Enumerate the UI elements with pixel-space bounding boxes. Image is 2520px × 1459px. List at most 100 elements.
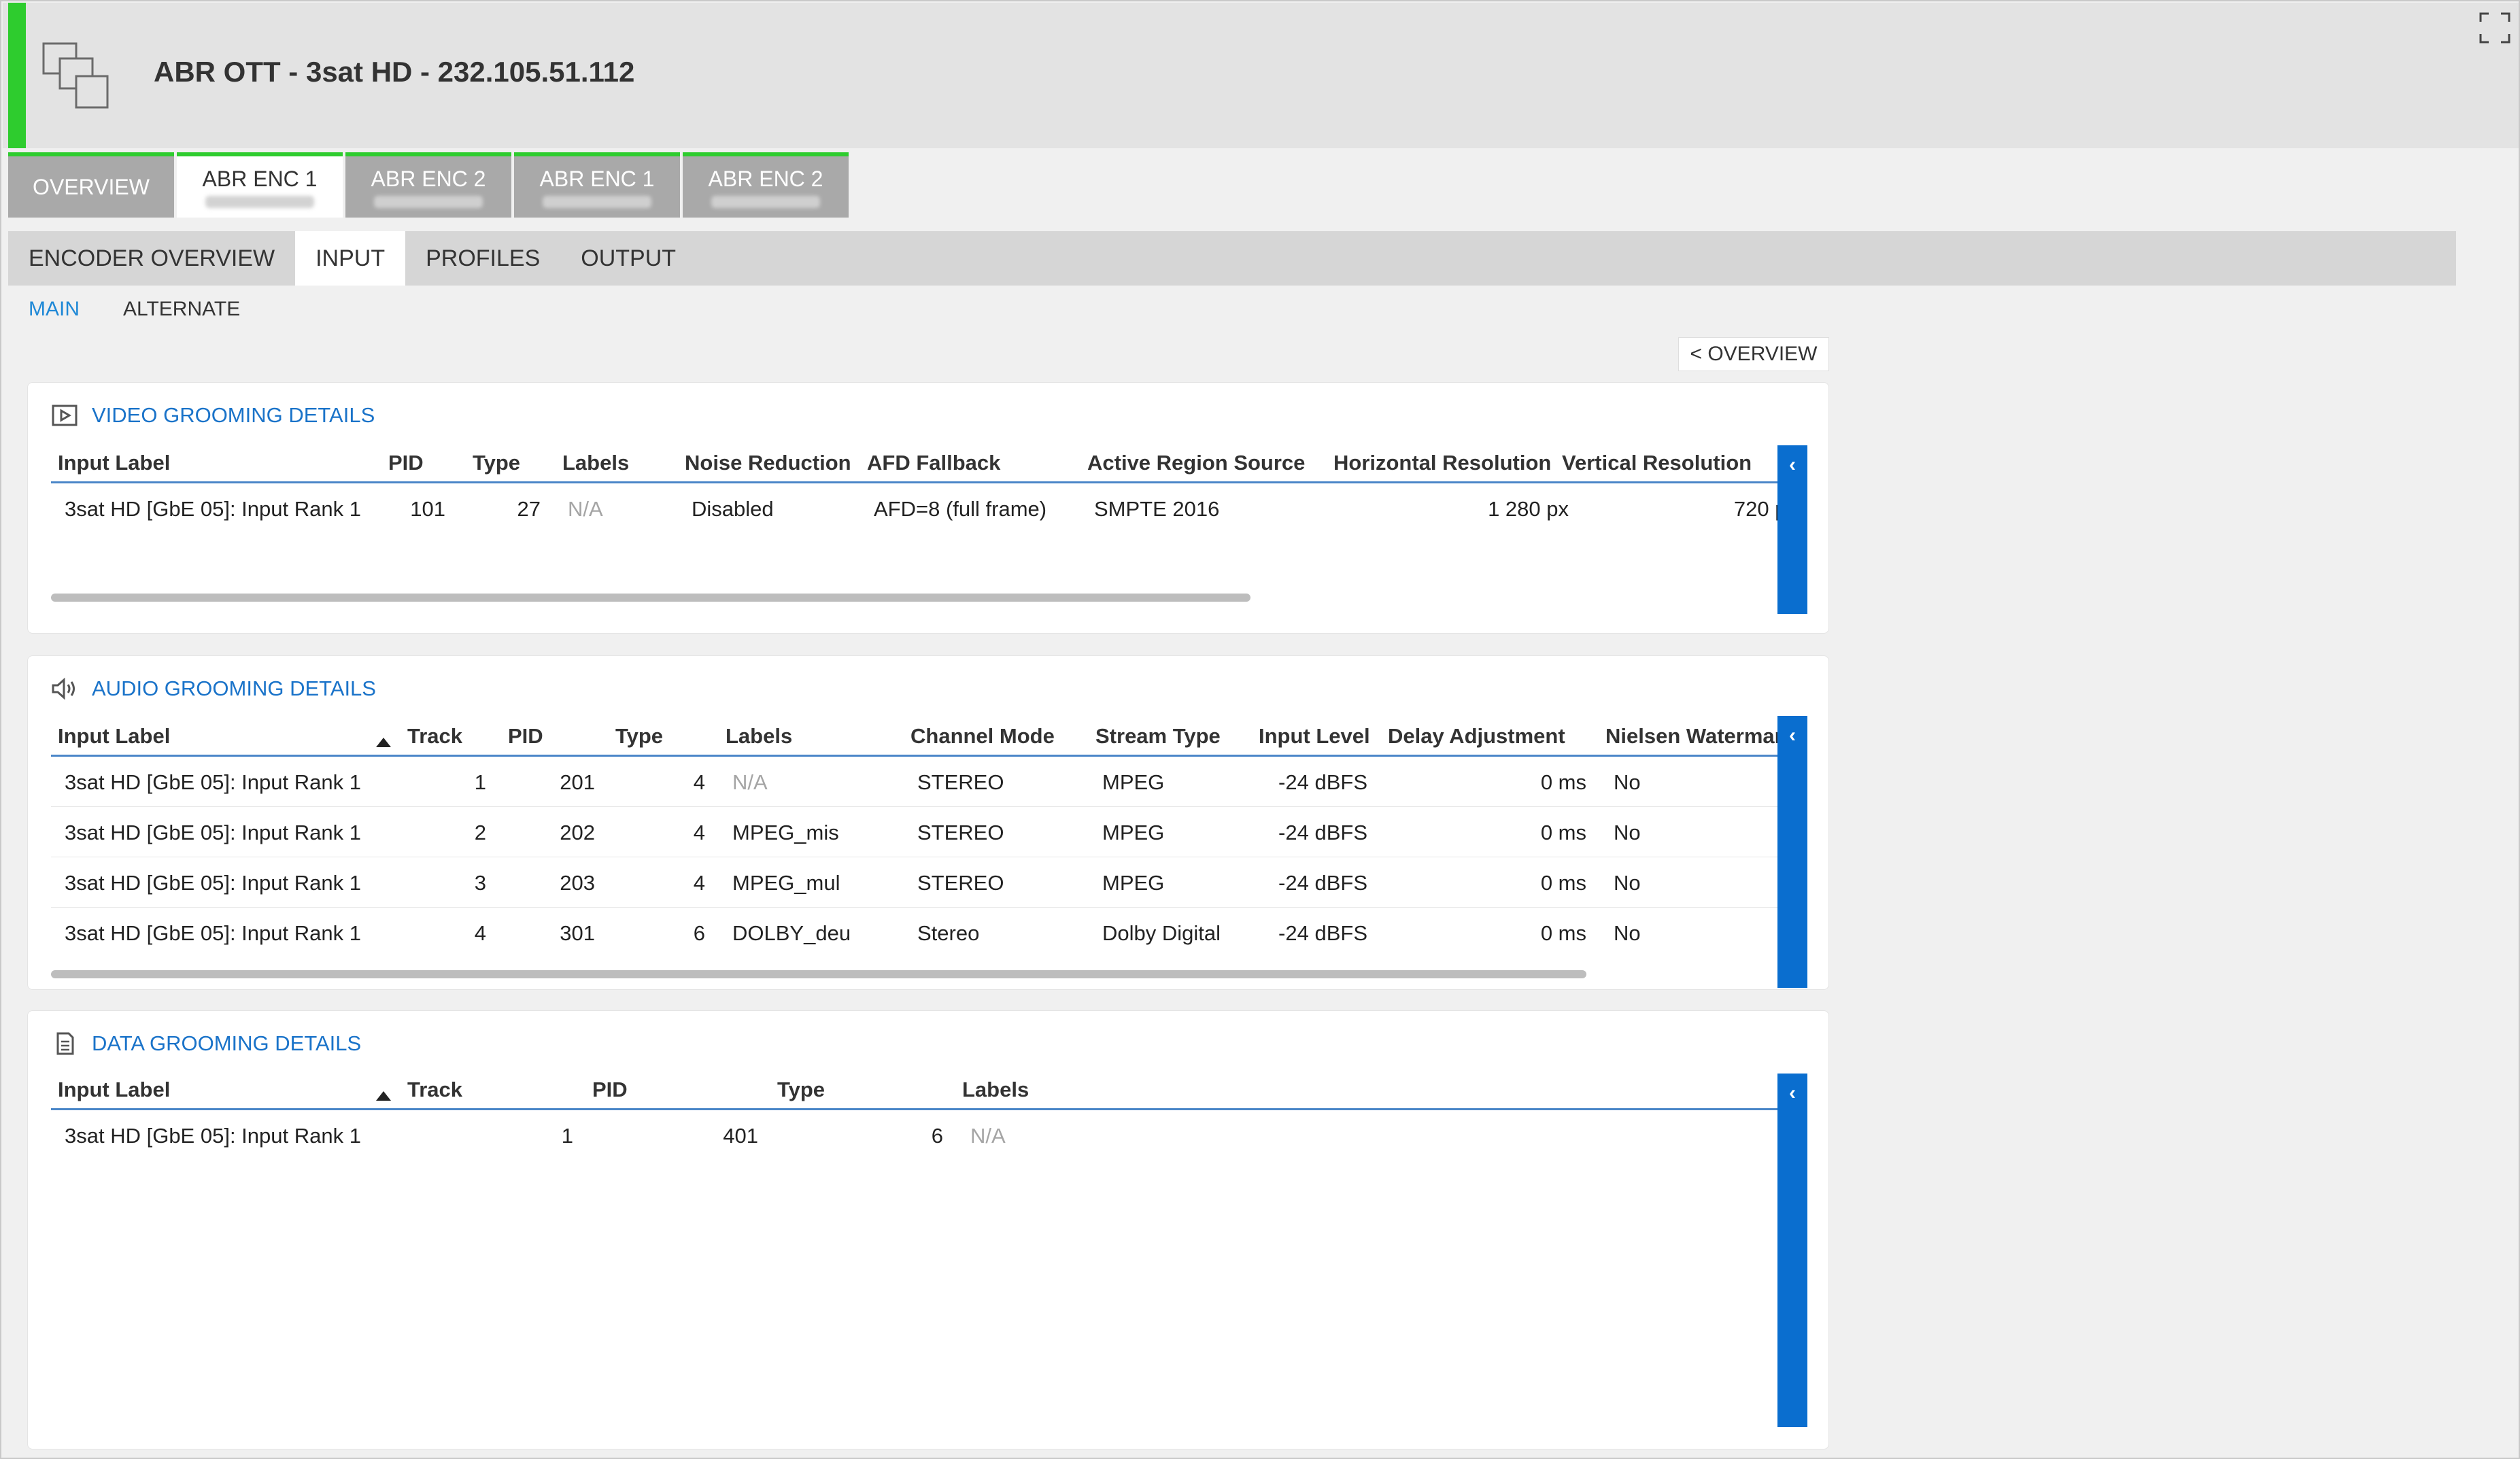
- cell-noise-reduction: Disabled: [692, 497, 774, 521]
- cell-stream-type: Dolby Digital: [1102, 921, 1221, 945]
- collapse-column-bar[interactable]: ‹: [1777, 716, 1807, 988]
- cell-input-level: -24 dBFS: [1278, 871, 1367, 895]
- cell-delay-adjustment: 0 ms: [1540, 871, 1586, 895]
- back-to-overview-button[interactable]: < OVERVIEW: [1678, 337, 1829, 371]
- cell-nielsen-watermark: No: [1614, 921, 1641, 945]
- col-input-label[interactable]: Input Label: [58, 1078, 170, 1102]
- panel-title: VIDEO GROOMING DETAILS: [92, 403, 375, 427]
- sort-ascending-icon[interactable]: [376, 728, 391, 753]
- col-stream-type[interactable]: Stream Type: [1095, 724, 1221, 749]
- chevron-left-icon[interactable]: ‹: [1777, 453, 1807, 477]
- encoder-tabs: OVERVIEW ABR ENC 1 ABR ENC 2 ABR ENC 1 A…: [8, 152, 851, 218]
- table-row[interactable]: 3sat HD [GbE 05]: Input Rank 1 101 27 N/…: [51, 483, 1804, 534]
- sort-ascending-icon[interactable]: [376, 1082, 391, 1106]
- table-row[interactable]: 3sat HD [GbE 05]: Input Rank 1 1 401 6 N…: [51, 1110, 1804, 1161]
- horizontal-scrollbar[interactable]: [51, 970, 1586, 978]
- cell-track: 1: [561, 1124, 573, 1148]
- cell-input-label: 3sat HD [GbE 05]: Input Rank 1: [65, 921, 361, 945]
- tab-main[interactable]: MAIN: [29, 298, 80, 321]
- col-type[interactable]: Type: [473, 451, 520, 475]
- data-grooming-panel: DATA GROOMING DETAILS Input Label Track …: [27, 1010, 1829, 1449]
- page-header: ABR OTT - 3sat HD - 232.105.51.112: [3, 3, 2519, 148]
- app-window: ABR OTT - 3sat HD - 232.105.51.112 OVERV…: [0, 0, 2520, 1459]
- cell-channel-mode: STEREO: [917, 821, 1004, 844]
- document-icon: [56, 1032, 74, 1055]
- col-input-label[interactable]: Input Label: [58, 451, 170, 475]
- tab-abr-enc-1-frankfurt[interactable]: ABR ENC 1: [177, 152, 343, 218]
- grid-header: Input Label Track PID Type Labels: [51, 1078, 1804, 1110]
- tab-abr-enc-2-backup[interactable]: ABR ENC 2: [683, 152, 849, 218]
- tab-abr-enc-2-frankfurt[interactable]: ABR ENC 2: [345, 152, 511, 218]
- cell-delay-adjustment: 0 ms: [1540, 821, 1586, 844]
- cell-labels: N/A: [732, 770, 768, 794]
- table-row[interactable]: 3sat HD [GbE 05]: Input Rank 1 2 202 4 M…: [51, 807, 1804, 857]
- fullscreen-icon[interactable]: [2478, 11, 2512, 45]
- col-track[interactable]: Track: [407, 1078, 462, 1102]
- cell-channel-mode: STEREO: [917, 770, 1004, 794]
- cell-type: 27: [517, 497, 541, 521]
- chevron-left-icon[interactable]: ‹: [1777, 724, 1807, 747]
- page-title: ABR OTT - 3sat HD - 232.105.51.112: [154, 56, 635, 88]
- cell-type: 6: [693, 921, 705, 945]
- col-channel-mode[interactable]: Channel Mode: [910, 724, 1055, 749]
- col-pid[interactable]: PID: [508, 724, 543, 749]
- cell-type: 4: [693, 871, 705, 895]
- audio-grid: Input Label Track PID Type Labels Channe…: [51, 724, 1804, 958]
- tab-overview[interactable]: OVERVIEW: [8, 152, 174, 218]
- tab-output[interactable]: OUTPUT: [560, 231, 696, 286]
- col-active-region-source[interactable]: Active Region Source: [1087, 451, 1305, 475]
- blurred-location: [374, 195, 483, 208]
- cell-pid: 301: [560, 921, 595, 945]
- col-labels[interactable]: Labels: [962, 1078, 1029, 1102]
- tab-label: ABR ENC 2: [371, 166, 486, 191]
- cell-pid: 201: [560, 770, 595, 794]
- tab-alternate[interactable]: ALTERNATE: [123, 298, 240, 321]
- col-afd-fallback[interactable]: AFD Fallback: [867, 451, 1000, 475]
- cell-input-label: 3sat HD [GbE 05]: Input Rank 1: [65, 770, 361, 794]
- col-labels[interactable]: Labels: [562, 451, 629, 475]
- col-horizontal-resolution[interactable]: Horizontal Resolution: [1333, 451, 1551, 475]
- chevron-left-icon[interactable]: ‹: [1777, 1082, 1807, 1105]
- tab-encoder-overview[interactable]: ENCODER OVERVIEW: [8, 231, 295, 286]
- col-delay-adjustment[interactable]: Delay Adjustment: [1388, 724, 1565, 749]
- cell-pid: 101: [410, 497, 445, 521]
- cell-input-label: 3sat HD [GbE 05]: Input Rank 1: [65, 871, 361, 895]
- video-grooming-panel: VIDEO GROOMING DETAILS Input Label PID T…: [27, 382, 1829, 634]
- col-input-level[interactable]: Input Level: [1259, 724, 1370, 749]
- tab-input[interactable]: INPUT: [295, 231, 406, 286]
- horizontal-scrollbar[interactable]: [51, 594, 1250, 602]
- table-row[interactable]: 3sat HD [GbE 05]: Input Rank 1 3 203 4 M…: [51, 857, 1804, 908]
- tab-label: OVERVIEW: [33, 174, 150, 199]
- cell-delay-adjustment: 0 ms: [1540, 770, 1586, 794]
- collapse-column-bar[interactable]: ‹: [1777, 445, 1807, 614]
- tab-profiles[interactable]: PROFILES: [405, 231, 560, 286]
- col-type[interactable]: Type: [777, 1078, 825, 1102]
- table-row[interactable]: 3sat HD [GbE 05]: Input Rank 1 4 301 6 D…: [51, 908, 1804, 958]
- cell-input-level: -24 dBFS: [1278, 821, 1367, 844]
- tab-abr-enc-1-backup[interactable]: ABR ENC 1: [514, 152, 680, 218]
- cell-input-label: 3sat HD [GbE 05]: Input Rank 1: [65, 821, 361, 844]
- cell-stream-type: MPEG: [1102, 821, 1165, 844]
- speaker-icon: [52, 677, 75, 700]
- cell-afd-fallback: AFD=8 (full frame): [874, 497, 1047, 521]
- col-vertical-resolution[interactable]: Vertical Resolution: [1562, 451, 1752, 475]
- col-pid[interactable]: PID: [388, 451, 424, 475]
- cell-nielsen-watermark: No: [1614, 821, 1641, 844]
- col-noise-reduction[interactable]: Noise Reduction: [685, 451, 851, 475]
- table-row[interactable]: 3sat HD [GbE 05]: Input Rank 1 1 201 4 N…: [51, 757, 1804, 807]
- cell-channel-mode: STEREO: [917, 871, 1004, 895]
- col-input-label[interactable]: Input Label: [58, 724, 170, 749]
- panel-header: VIDEO GROOMING DETAILS: [51, 403, 375, 428]
- col-nielsen-watermark[interactable]: Nielsen Watermark: [1605, 724, 1794, 749]
- cell-stream-type: MPEG: [1102, 871, 1165, 895]
- cell-pid: 401: [723, 1124, 758, 1148]
- cell-pid: 203: [560, 871, 595, 895]
- col-pid[interactable]: PID: [592, 1078, 628, 1102]
- input-source-tabs: MAIN ALTERNATE: [29, 298, 284, 321]
- data-grid: Input Label Track PID Type Labels 3sat H…: [51, 1078, 1804, 1161]
- col-type[interactable]: Type: [615, 724, 663, 749]
- collapse-column-bar[interactable]: ‹: [1777, 1074, 1807, 1427]
- cell-input-level: -24 dBFS: [1278, 921, 1367, 945]
- col-track[interactable]: Track: [407, 724, 462, 749]
- col-labels[interactable]: Labels: [726, 724, 792, 749]
